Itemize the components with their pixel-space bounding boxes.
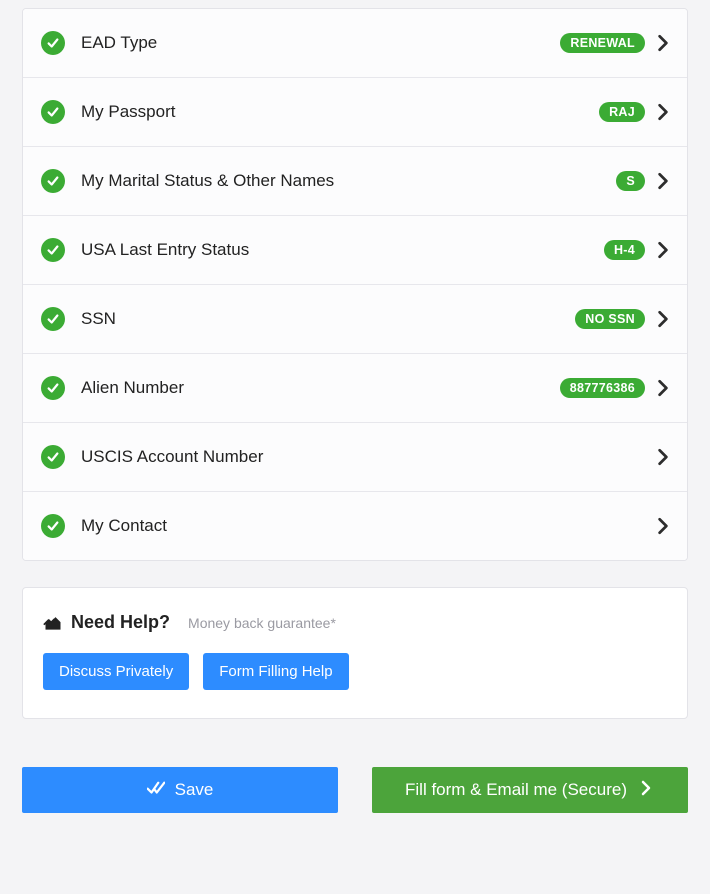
help-buttons: Discuss Privately Form Filling Help bbox=[43, 653, 667, 690]
help-subtitle: Money back guarantee* bbox=[188, 615, 336, 631]
section-badge: RAJ bbox=[599, 102, 645, 122]
section-label: EAD Type bbox=[81, 33, 560, 53]
section-badge: H-4 bbox=[604, 240, 645, 260]
check-circle-icon bbox=[41, 445, 65, 469]
chevron-right-icon bbox=[657, 517, 669, 535]
chevron-right-icon bbox=[657, 241, 669, 259]
chevron-right-icon bbox=[637, 780, 655, 801]
section-badge: NO SSN bbox=[575, 309, 645, 329]
section-badge: 887776386 bbox=[560, 378, 645, 398]
section-label: SSN bbox=[81, 309, 575, 329]
check-circle-icon bbox=[41, 100, 65, 124]
section-row[interactable]: EAD TypeRENEWAL bbox=[23, 9, 687, 78]
chevron-right-icon bbox=[657, 103, 669, 121]
section-row[interactable]: USCIS Account Number bbox=[23, 423, 687, 492]
chevron-right-icon bbox=[657, 172, 669, 190]
section-label: My Marital Status & Other Names bbox=[81, 171, 616, 191]
check-circle-icon bbox=[41, 31, 65, 55]
check-circle-icon bbox=[41, 514, 65, 538]
section-row[interactable]: USA Last Entry StatusH-4 bbox=[23, 216, 687, 285]
help-title: Need Help? bbox=[71, 612, 170, 633]
section-label: My Passport bbox=[81, 102, 599, 122]
save-button[interactable]: Save bbox=[22, 767, 338, 813]
chevron-right-icon bbox=[657, 448, 669, 466]
form-filling-help-button[interactable]: Form Filling Help bbox=[203, 653, 348, 690]
hand-icon bbox=[43, 614, 63, 632]
fill-form-button-label: Fill form & Email me (Secure) bbox=[405, 780, 627, 800]
fill-form-email-button[interactable]: Fill form & Email me (Secure) bbox=[372, 767, 688, 813]
section-badge: S bbox=[616, 171, 645, 191]
save-button-label: Save bbox=[175, 780, 214, 800]
section-row[interactable]: My PassportRAJ bbox=[23, 78, 687, 147]
check-circle-icon bbox=[41, 238, 65, 262]
check-circle-icon bbox=[41, 376, 65, 400]
chevron-right-icon bbox=[657, 379, 669, 397]
help-card: Need Help? Money back guarantee* Discuss… bbox=[22, 587, 688, 719]
section-badge: RENEWAL bbox=[560, 33, 645, 53]
check-circle-icon bbox=[41, 307, 65, 331]
section-row[interactable]: My Marital Status & Other NamesS bbox=[23, 147, 687, 216]
section-label: Alien Number bbox=[81, 378, 560, 398]
section-row[interactable]: SSNNO SSN bbox=[23, 285, 687, 354]
section-label: USA Last Entry Status bbox=[81, 240, 604, 260]
section-label: My Contact bbox=[81, 516, 657, 536]
check-double-icon bbox=[147, 780, 165, 801]
discuss-privately-button[interactable]: Discuss Privately bbox=[43, 653, 189, 690]
section-row[interactable]: My Contact bbox=[23, 492, 687, 560]
chevron-right-icon bbox=[657, 34, 669, 52]
section-label: USCIS Account Number bbox=[81, 447, 657, 467]
footer-buttons: Save Fill form & Email me (Secure) bbox=[22, 767, 688, 813]
form-sections-card: EAD TypeRENEWALMy PassportRAJMy Marital … bbox=[22, 8, 688, 561]
section-row[interactable]: Alien Number887776386 bbox=[23, 354, 687, 423]
help-heading: Need Help? Money back guarantee* bbox=[43, 612, 667, 633]
check-circle-icon bbox=[41, 169, 65, 193]
chevron-right-icon bbox=[657, 310, 669, 328]
